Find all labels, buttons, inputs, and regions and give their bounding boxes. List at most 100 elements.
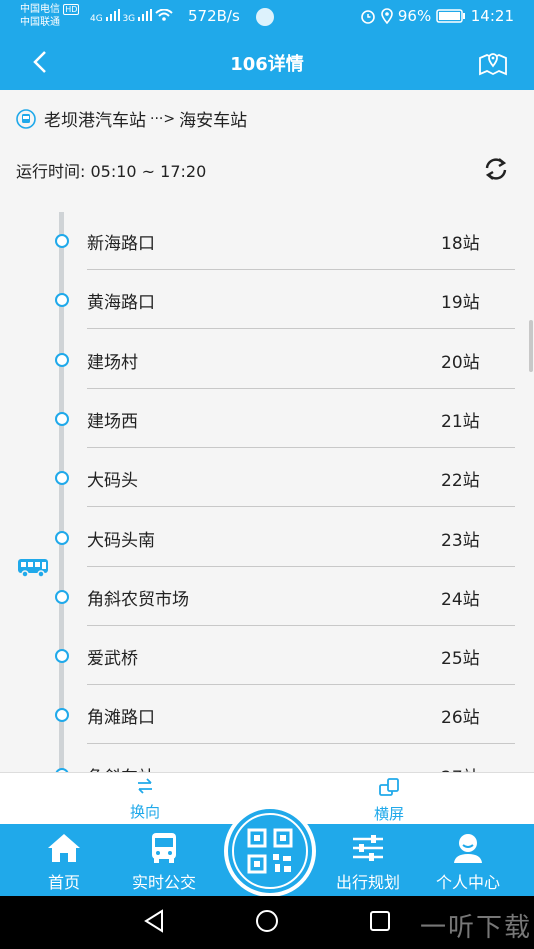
- station-number: 27站: [441, 763, 480, 772]
- row-divider: [87, 565, 515, 567]
- watermark: 一听下载: [420, 913, 533, 943]
- station-row[interactable]: 新海路口 18站: [0, 212, 534, 271]
- station-name: 大码头: [87, 471, 138, 492]
- qr-scan-button[interactable]: [224, 805, 316, 897]
- station-dot: [55, 530, 69, 545]
- qr-code-icon: [247, 828, 293, 874]
- row-divider: [87, 446, 515, 448]
- route-dots: ···: [150, 110, 164, 127]
- row-divider: [87, 743, 515, 745]
- station-row[interactable]: 角斜车站 27站: [0, 746, 534, 772]
- refresh-icon[interactable]: [482, 155, 510, 183]
- station-dot: [55, 649, 69, 664]
- tab-profile[interactable]: 个人中心: [423, 830, 513, 893]
- landscape-button[interactable]: 横屏: [366, 777, 412, 824]
- station-name: 角斜农贸市场: [87, 589, 189, 610]
- station-name: 新海路口: [87, 234, 155, 254]
- reverse-label: 换向: [129, 803, 160, 821]
- swap-icon: [138, 778, 152, 794]
- nav-recents-icon[interactable]: [368, 908, 392, 934]
- station-name: 建场西: [87, 411, 138, 432]
- tab-home[interactable]: 首页: [19, 830, 109, 893]
- carrier-info: 中国电信 HD 中国联通: [20, 3, 80, 29]
- alarm-icon: [361, 10, 376, 24]
- map-location-icon[interactable]: [478, 48, 508, 76]
- home-icon: [48, 834, 80, 862]
- station-row[interactable]: 建场西 21站: [0, 390, 534, 449]
- station-number: 19站: [441, 293, 480, 314]
- row-divider: [87, 506, 515, 508]
- station-name: 角滩路口: [87, 708, 155, 729]
- station-row[interactable]: 角斜农贸市场 24站: [0, 568, 534, 627]
- nav-back-icon[interactable]: [142, 908, 166, 934]
- signal-icons: 4G 3G: [90, 8, 173, 24]
- route-info: 老坝港汽车站 ···> 海安车站: [16, 106, 247, 131]
- operating-hours: 运行时间: 05:10 ~ 17:20: [16, 162, 207, 181]
- station-number: 22站: [441, 471, 480, 492]
- page-title: 106详情: [230, 54, 304, 75]
- clock: 14:21: [470, 7, 514, 25]
- bus-circle-icon: [16, 108, 36, 129]
- route-to: 海安车站: [179, 111, 248, 131]
- tab-realtime-label: 实时公交: [131, 873, 196, 892]
- rotate-screen-icon: [379, 778, 399, 796]
- station-number: 20站: [441, 352, 480, 373]
- station-number: 18站: [441, 234, 480, 254]
- app-notification-icon: [256, 8, 274, 26]
- network-speed: 572B/s: [188, 7, 240, 25]
- hd-badge: HD: [63, 4, 80, 15]
- station-dot: [55, 589, 69, 604]
- station-name: 黄海路口: [87, 293, 155, 314]
- station-number: 21站: [441, 411, 480, 432]
- carrier-2: 中国联通: [20, 17, 60, 28]
- route-arrow: ···>: [150, 110, 176, 127]
- row-divider: [87, 684, 515, 686]
- tab-home-label: 首页: [47, 873, 80, 892]
- station-row[interactable]: 爱武桥 25站: [0, 627, 534, 686]
- station-name: 建场村: [87, 352, 138, 373]
- status-right: 96% 14:21: [360, 7, 514, 25]
- station-dot: [55, 352, 69, 367]
- station-name: 爱武桥: [87, 649, 138, 670]
- station-dot: [55, 293, 69, 308]
- carrier-1: 中国电信: [20, 4, 60, 15]
- tab-trip-planning[interactable]: 出行规划: [323, 830, 413, 893]
- network-3g: 3G: [122, 14, 136, 24]
- battery-icon: [436, 9, 465, 23]
- station-number: 23站: [441, 530, 480, 551]
- row-divider: [87, 624, 515, 626]
- station-row[interactable]: 大码头 22站: [0, 449, 534, 508]
- reverse-button[interactable]: 换向: [122, 777, 168, 822]
- signal-icon: [105, 9, 120, 21]
- bus-icon: [152, 833, 176, 863]
- landscape-label: 横屏: [373, 805, 404, 823]
- station-number: 25站: [441, 649, 480, 670]
- status-bar: 中国电信 HD 中国联通 4G 3G 572B/s 96% 14:21: [0, 0, 534, 34]
- station-name: 角斜车站: [87, 763, 155, 772]
- station-row[interactable]: 角滩路口 26站: [0, 686, 534, 745]
- station-list[interactable]: 新海路口 18站黄海路口 19站建场村 20站建场西 21站大码头 22站大码头南 23站角…: [0, 212, 534, 772]
- station-number: 24站: [441, 589, 480, 610]
- tab-plan-label: 出行规划: [335, 873, 400, 892]
- station-dot: [55, 411, 69, 426]
- station-number: 26站: [441, 708, 480, 729]
- sliders-icon: [353, 835, 383, 861]
- station-dot: [55, 708, 69, 723]
- nav-home-icon[interactable]: [254, 908, 280, 934]
- station-row[interactable]: 建场村 20站: [0, 331, 534, 390]
- battery-percent: 96%: [397, 7, 432, 25]
- network-4g: 4G: [90, 14, 103, 24]
- station-row[interactable]: 大码头南 23站: [0, 509, 534, 568]
- scrollbar[interactable]: [529, 320, 533, 372]
- row-divider: [87, 269, 515, 270]
- tab-profile-label: 个人中心: [435, 873, 500, 892]
- row-divider: [87, 328, 515, 330]
- signal-icon-2: [138, 9, 153, 21]
- location-icon: [381, 8, 393, 25]
- tab-realtime-bus[interactable]: 实时公交: [119, 830, 209, 893]
- title-bar: 106详情: [0, 34, 534, 90]
- user-icon: [454, 834, 482, 863]
- station-dot: [55, 234, 69, 248]
- station-name: 大码头南: [87, 530, 155, 551]
- station-row[interactable]: 黄海路口 19站: [0, 271, 534, 330]
